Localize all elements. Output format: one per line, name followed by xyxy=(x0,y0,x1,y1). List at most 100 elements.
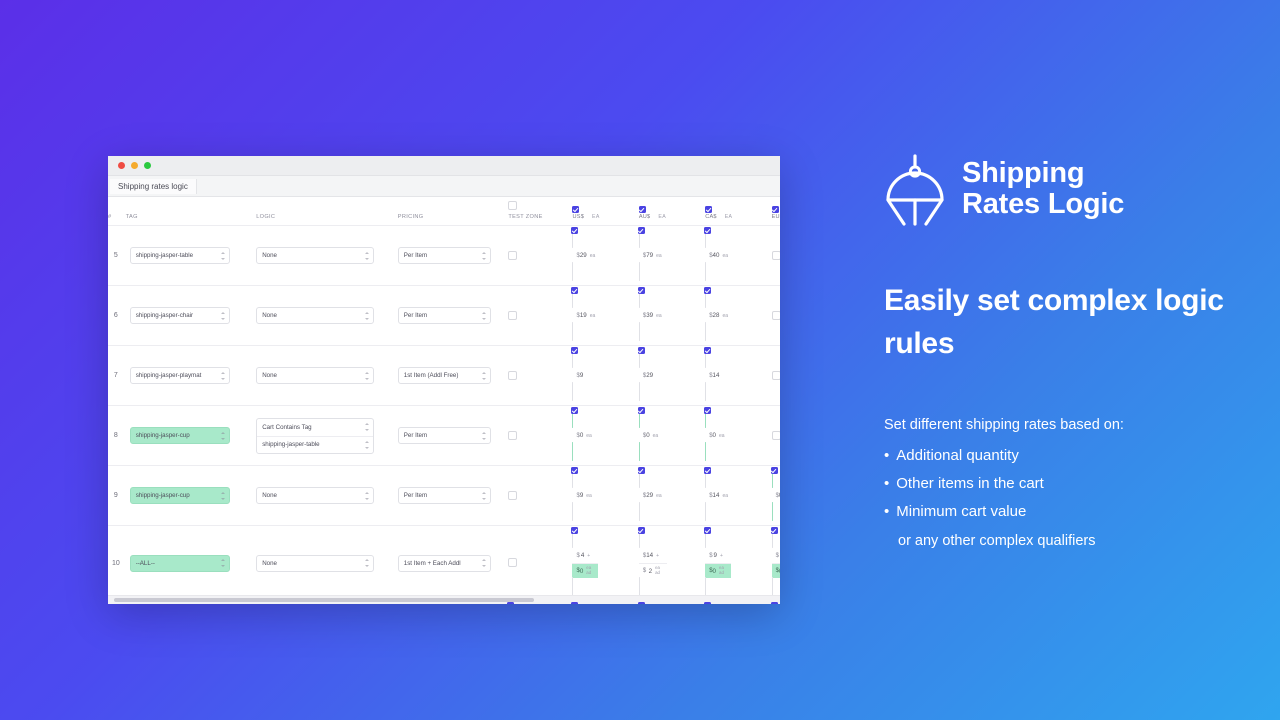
row-7-zone-1-price-checkbox[interactable] xyxy=(637,347,645,354)
zone-1-checkbox[interactable] xyxy=(638,206,646,213)
row-9-zone-3-price-checkbox[interactable] xyxy=(770,467,778,474)
stepper-icon[interactable] xyxy=(365,422,370,432)
row-11-zone-2-price-checkbox[interactable] xyxy=(704,602,712,604)
row-6-zone-3-price-checkbox[interactable] xyxy=(771,310,780,320)
stepper-icon[interactable] xyxy=(220,251,226,261)
row-6-zone-1-price-checkbox[interactable] xyxy=(637,287,645,294)
row-7-pricing[interactable]: 1st Item (Addl Free) xyxy=(397,367,491,384)
row-9-zone-2-price-row-0[interactable]: $14 ea xyxy=(705,488,733,503)
row-8-zone-3-price-checkbox[interactable] xyxy=(771,430,780,440)
row-10-zone-1-price-row-1[interactable]: $2 ea ad xyxy=(638,563,668,578)
row-10-zone-1-price-checkbox[interactable] xyxy=(637,527,645,534)
row-9-test-zone-checkbox[interactable] xyxy=(508,490,518,500)
row-8-zone-1-price-row-0[interactable]: $0 ea xyxy=(639,428,664,443)
row-6-pricing[interactable]: Per Item xyxy=(397,307,491,324)
row-7-zone-3-price-checkbox[interactable] xyxy=(771,370,780,380)
row-8-logic-value[interactable]: shipping-jasper-table xyxy=(257,435,374,453)
test-zone-header-checkbox[interactable] xyxy=(508,201,518,210)
row-8-tag[interactable]: shipping-jasper-cup xyxy=(129,427,230,444)
row-5-pricing[interactable]: Per Item xyxy=(397,247,491,264)
close-window-button[interactable] xyxy=(118,162,125,169)
stepper-icon[interactable] xyxy=(481,431,487,441)
maximize-window-button[interactable] xyxy=(144,162,151,169)
row-10-zone-2-price-checkbox[interactable] xyxy=(704,527,712,534)
zone-2-checkbox[interactable] xyxy=(705,206,713,213)
row-6-zone-0-price-row-0[interactable]: $19 ea xyxy=(572,308,600,323)
row-6-zone-0-price-checkbox[interactable] xyxy=(571,287,579,294)
row-7-logic[interactable]: None xyxy=(256,367,375,384)
row-7-tag[interactable]: shipping-jasper-playmat xyxy=(129,367,230,384)
row-9-zone-1-price-row-0[interactable]: $29 ea xyxy=(639,488,667,503)
row-9-logic[interactable]: None xyxy=(256,487,375,504)
row-5-test-zone-checkbox[interactable] xyxy=(508,250,518,260)
row-6-logic[interactable]: None xyxy=(256,307,375,324)
row-8-zone-2-price-checkbox[interactable] xyxy=(704,407,712,414)
row-5-zone-2-price-checkbox[interactable] xyxy=(704,227,712,234)
row-6-zone-2-price-checkbox[interactable] xyxy=(704,287,712,294)
scrollbar-thumb[interactable] xyxy=(114,598,534,602)
row-11-zone-0-price-checkbox[interactable] xyxy=(571,602,579,604)
row-7-zone-0-price-checkbox[interactable] xyxy=(571,347,579,354)
row-9-zone-2-price-checkbox[interactable] xyxy=(704,467,712,474)
stepper-icon[interactable] xyxy=(481,491,487,501)
row-10-zone-3-price-checkbox[interactable] xyxy=(770,527,778,534)
row-9-tag[interactable]: shipping-jasper-cup xyxy=(129,487,230,504)
row-6-zone-2-price-row-0[interactable]: $28 ea xyxy=(705,308,733,323)
row-7-zone-2-price-checkbox[interactable] xyxy=(704,347,712,354)
minimize-window-button[interactable] xyxy=(131,162,138,169)
row-10-zone-0-price-row-0[interactable]: $4 + xyxy=(572,548,598,563)
row-5-zone-0-price-row-0[interactable]: $29 ea xyxy=(572,248,600,263)
row-10-pricing[interactable]: 1st Item + Each Addl xyxy=(397,554,491,572)
row-10-test-zone-checkbox[interactable] xyxy=(508,558,518,567)
row-6-tag[interactable]: shipping-jasper-chair xyxy=(129,307,230,324)
row-5-zone-0-price-checkbox[interactable] xyxy=(571,227,579,234)
stepper-icon[interactable] xyxy=(220,311,226,321)
horizontal-scrollbar[interactable] xyxy=(108,595,780,604)
stepper-icon[interactable] xyxy=(220,431,226,441)
row-9-zone-0-price-row-0[interactable]: $9 ea xyxy=(572,488,597,503)
row-9-zone-0-price-checkbox[interactable] xyxy=(571,467,579,474)
stepper-icon[interactable] xyxy=(481,251,487,261)
row-6-test-zone-checkbox[interactable] xyxy=(508,310,518,320)
stepper-icon[interactable] xyxy=(481,371,487,381)
row-10-zone-0-price-row-1[interactable]: $0 ea ad xyxy=(572,563,599,578)
browser-tab[interactable]: Shipping rates logic xyxy=(110,178,197,194)
row-6-zone-1-price-row-0[interactable]: $39 ea xyxy=(639,308,667,323)
row-5-zone-2-price-row-0[interactable]: $40 ea xyxy=(705,248,733,263)
stepper-icon[interactable] xyxy=(365,491,370,501)
row-8-test-zone-checkbox[interactable] xyxy=(508,430,518,440)
stepper-icon[interactable] xyxy=(220,491,226,501)
row-5-zone-1-price-checkbox[interactable] xyxy=(637,227,645,234)
row-8-logic-type[interactable]: Cart Contains Tag xyxy=(257,419,373,436)
row-8-pricing[interactable]: Per Item xyxy=(397,427,491,444)
stepper-icon[interactable] xyxy=(220,558,226,568)
stepper-icon[interactable] xyxy=(481,311,487,321)
row-9-zone-3-price-row-0[interactable]: $0ea xyxy=(772,488,780,503)
row-5-logic[interactable]: None xyxy=(256,247,375,264)
row-8-zone-0-price-checkbox[interactable] xyxy=(571,407,579,414)
row-10-zone-2-price-row-0[interactable]: $9 + xyxy=(705,548,731,563)
row-11-zone-3-price-checkbox[interactable] xyxy=(770,602,778,604)
row-5-zone-1-price-row-0[interactable]: $79 ea xyxy=(639,248,667,263)
row-10-zone-3-price-row-1[interactable]: $0eaad xyxy=(771,563,780,578)
zone-3-checkbox[interactable] xyxy=(771,206,779,213)
row-9-zone-1-price-checkbox[interactable] xyxy=(637,467,645,474)
stepper-icon[interactable] xyxy=(365,251,370,261)
stepper-icon[interactable] xyxy=(481,558,487,568)
row-10-tag[interactable]: --ALL-- xyxy=(129,554,230,572)
row-9-pricing[interactable]: Per Item xyxy=(397,487,491,504)
row-10-zone-2-price-row-1[interactable]: $0 ea ad xyxy=(705,563,731,578)
stepper-icon[interactable] xyxy=(365,440,370,450)
row-8-zone-0-price-row-0[interactable]: $0 ea xyxy=(572,428,597,443)
row-11-test-zone-price-checkbox[interactable] xyxy=(507,602,515,604)
row-10-zone-3-price-row-0[interactable]: $9+ xyxy=(772,548,780,563)
row-7-test-zone-checkbox[interactable] xyxy=(508,370,518,380)
row-11-zone-1-price-checkbox[interactable] xyxy=(637,602,645,604)
zone-0-checkbox[interactable] xyxy=(572,206,580,213)
row-8-zone-1-price-checkbox[interactable] xyxy=(637,407,645,414)
row-5-zone-3-price-checkbox[interactable] xyxy=(771,250,780,260)
row-7-zone-0-price-row-0[interactable]: $9 xyxy=(572,368,597,383)
row-7-zone-1-price-row-0[interactable]: $29 xyxy=(639,368,667,383)
row-10-zone-0-price-checkbox[interactable] xyxy=(571,527,579,534)
row-8-zone-2-price-row-0[interactable]: $0 ea xyxy=(705,428,730,443)
